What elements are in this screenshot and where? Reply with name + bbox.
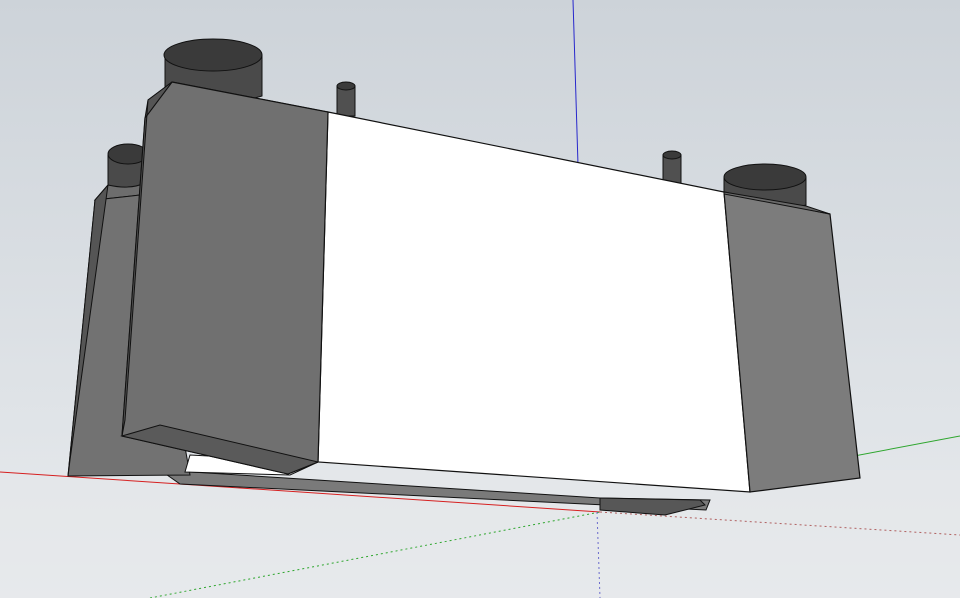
top-right-cylinder-top (723, 163, 807, 191)
left-block-front (121, 81, 329, 475)
model-scene (0, 0, 960, 598)
pin-left-top (336, 81, 356, 91)
ground-plane (0, 470, 960, 598)
3d-viewport[interactable] (0, 0, 960, 598)
top-left-cylinder-top (163, 38, 263, 72)
pin-right-top (662, 150, 682, 160)
